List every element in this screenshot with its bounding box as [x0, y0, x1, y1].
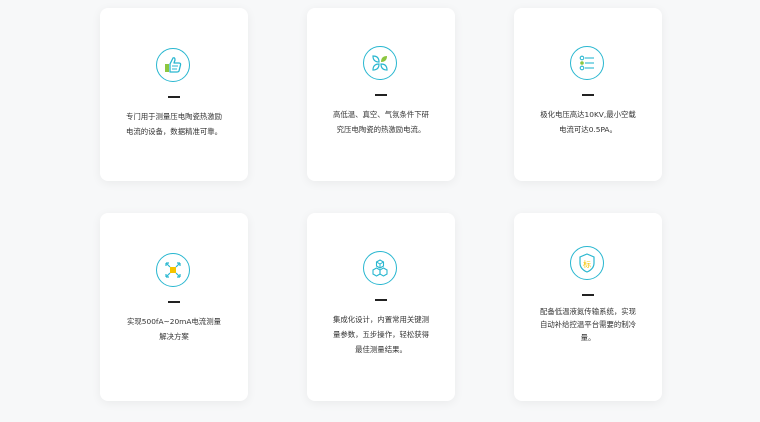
list-settings-icon — [570, 46, 604, 80]
separator-dash — [168, 96, 180, 98]
feature-description: 极化电压高达10KV,最小空载 电流可达0.5PA。 — [540, 110, 636, 134]
shield-badge-icon: 标 — [570, 246, 604, 280]
expand-arrows-icon — [156, 253, 190, 287]
feature-description: 实现500fA~20mA电流测量 解决方案 — [127, 317, 221, 341]
svg-text:标: 标 — [583, 259, 591, 269]
feature-card-environment: 高低温、真空、气氛条件下研 究压电陶瓷的热激励电流。 — [307, 8, 455, 181]
feature-card-range: 实现500fA~20mA电流测量 解决方案 — [100, 213, 248, 401]
feature-card-precision: 专门用于测量压电陶瓷热激励 电流的设备，数据精准可靠。 — [100, 8, 248, 181]
feature-card-integration: 集成化设计，内置常用关键测 量参数，五步操作，轻松获得 最佳测量结果。 — [307, 213, 455, 401]
separator-dash — [375, 94, 387, 96]
feature-description: 专门用于测量压电陶瓷热激励 电流的设备，数据精准可靠。 — [125, 112, 223, 136]
feature-description: 配备低温液氮传输系统，实现 自动补给控温平台需要的制冷 量。 — [539, 307, 637, 342]
thumbs-up-icon — [156, 48, 190, 82]
separator-dash — [168, 301, 180, 303]
separator-dash — [582, 94, 594, 96]
separator-dash — [375, 299, 387, 301]
feature-description: 集成化设计，内置常用关键测 量参数，五步操作，轻松获得 最佳测量结果。 — [332, 315, 430, 354]
feature-description: 高低温、真空、气氛条件下研 究压电陶瓷的热激励电流。 — [332, 110, 430, 134]
separator-dash — [582, 294, 594, 296]
cubes-icon — [363, 251, 397, 285]
clover-leaves-icon — [363, 46, 397, 80]
feature-card-cooling: 标 配备低温液氮传输系统，实现 自动补给控温平台需要的制冷 量。 — [514, 213, 662, 401]
feature-card-voltage: 极化电压高达10KV,最小空载 电流可达0.5PA。 — [514, 8, 662, 181]
